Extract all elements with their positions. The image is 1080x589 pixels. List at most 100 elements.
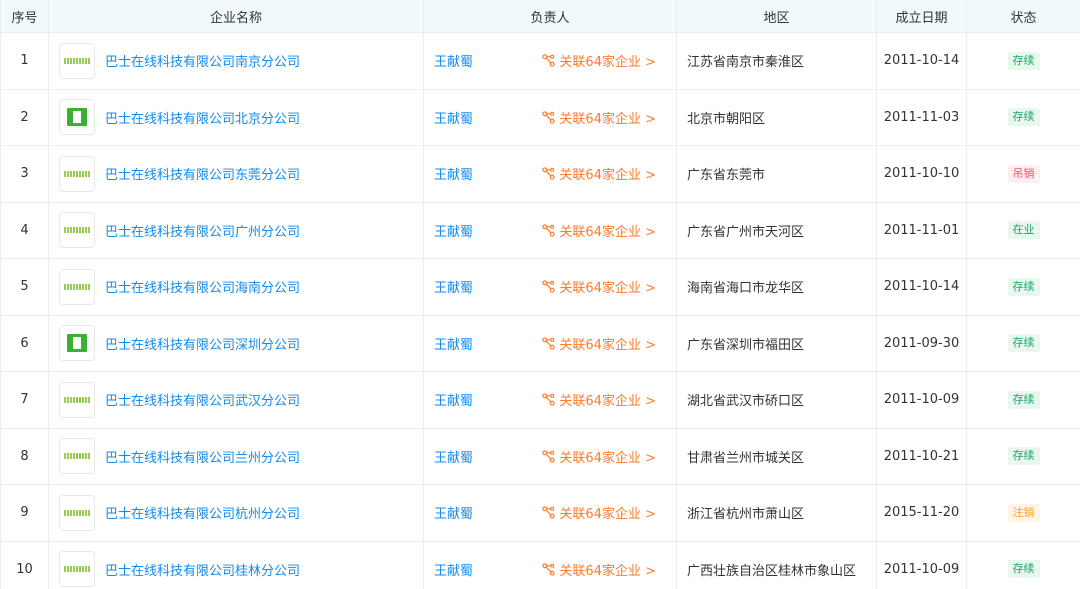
company-name-link[interactable]: 巴士在线科技有限公司兰州分公司: [105, 447, 300, 466]
related-companies-link[interactable]: 关联64家企业 >: [542, 503, 656, 522]
book-logo-icon: [67, 108, 87, 127]
person-name-link[interactable]: 王献蜀: [434, 334, 473, 353]
status-cell: 在业: [966, 201, 1080, 259]
company-name-link[interactable]: 巴士在线科技有限公司北京分公司: [105, 108, 300, 127]
related-companies-link[interactable]: 关联64家企业 >: [542, 164, 656, 183]
company-cell: 巴士在线科技有限公司桂林分公司: [48, 540, 424, 589]
branch-companies-table: 序号 企业名称 负责人 地区 成立日期 状态 1 巴士在线科技有限公司南京分公司…: [0, 0, 1080, 589]
table-row: 6 巴士在线科技有限公司深圳分公司 王献蜀 关联64家企业 > 广东省深圳市福田…: [0, 314, 1080, 372]
region-cell: 广东省东莞市: [676, 145, 877, 203]
related-companies-link[interactable]: 关联64家企业 >: [542, 334, 656, 353]
company-cell: 巴士在线科技有限公司东莞分公司: [48, 145, 424, 203]
company-logo[interactable]: [59, 99, 95, 136]
related-companies-link[interactable]: 关联64家企业 >: [542, 51, 656, 70]
person-cell: 王献蜀 关联64家企业 >: [423, 427, 677, 485]
company-name-link[interactable]: 巴士在线科技有限公司深圳分公司: [105, 334, 300, 353]
company-logo[interactable]: [59, 325, 95, 362]
row-index: 5: [0, 258, 49, 316]
date-cell: 2011-11-01: [876, 201, 967, 259]
person-cell: 王献蜀 关联64家企业 >: [423, 484, 677, 542]
company-logo[interactable]: [59, 494, 95, 531]
stripe-logo-icon: [64, 566, 90, 573]
person-name-link[interactable]: 王献蜀: [434, 108, 473, 127]
related-companies-link[interactable]: 关联64家企业 >: [542, 221, 656, 240]
person-name-link[interactable]: 王献蜀: [434, 164, 473, 183]
date-cell: 2011-10-09: [876, 371, 967, 429]
company-logo[interactable]: [59, 268, 95, 305]
header-status: 状态: [966, 0, 1080, 33]
row-index: 6: [0, 314, 49, 372]
date-cell: 2011-11-03: [876, 88, 967, 146]
region-cell: 海南省海口市龙华区: [676, 258, 877, 316]
related-companies-link[interactable]: 关联64家企业 >: [542, 390, 656, 409]
row-index: 3: [0, 145, 49, 203]
company-cell: 巴士在线科技有限公司海南分公司: [48, 258, 424, 316]
related-companies-link[interactable]: 关联64家企业 >: [542, 560, 656, 579]
company-name-link[interactable]: 巴士在线科技有限公司桂林分公司: [105, 560, 300, 579]
company-cell: 巴士在线科技有限公司北京分公司: [48, 88, 424, 146]
person-cell: 王献蜀 关联64家企业 >: [423, 258, 677, 316]
person-name-link[interactable]: 王献蜀: [434, 221, 473, 240]
relation-icon: [542, 224, 556, 237]
status-cell: 存续: [966, 32, 1080, 90]
table-row: 3 巴士在线科技有限公司东莞分公司 王献蜀 关联64家企业 > 广东省东莞市 2…: [0, 145, 1080, 203]
table-body: 1 巴士在线科技有限公司南京分公司 王献蜀 关联64家企业 > 江苏省南京市秦淮…: [0, 32, 1080, 589]
person-name-link[interactable]: 王献蜀: [434, 447, 473, 466]
table-row: 5 巴士在线科技有限公司海南分公司 王献蜀 关联64家企业 > 海南省海口市龙华…: [0, 258, 1080, 316]
table-header-row: 序号 企业名称 负责人 地区 成立日期 状态: [0, 0, 1080, 33]
company-name-link[interactable]: 巴士在线科技有限公司广州分公司: [105, 221, 300, 240]
book-logo-icon: [67, 334, 87, 353]
status-badge: 注销: [1007, 503, 1040, 522]
region-cell: 北京市朝阳区: [676, 88, 877, 146]
relation-icon: [542, 450, 556, 463]
table-row: 1 巴士在线科技有限公司南京分公司 王献蜀 关联64家企业 > 江苏省南京市秦淮…: [0, 32, 1080, 90]
company-cell: 巴士在线科技有限公司兰州分公司: [48, 427, 424, 485]
region-cell: 广东省广州市天河区: [676, 201, 877, 259]
person-name-link[interactable]: 王献蜀: [434, 560, 473, 579]
company-logo[interactable]: [59, 155, 95, 192]
related-companies-label: 关联64家企业 >: [559, 450, 656, 466]
company-logo[interactable]: [59, 212, 95, 249]
related-companies-label: 关联64家企业 >: [559, 337, 656, 353]
relation-icon: [542, 393, 556, 406]
company-name-link[interactable]: 巴士在线科技有限公司海南分公司: [105, 277, 300, 296]
status-badge: 存续: [1007, 277, 1040, 296]
company-cell: 巴士在线科技有限公司杭州分公司: [48, 484, 424, 542]
relation-icon: [542, 111, 556, 124]
related-companies-label: 关联64家企业 >: [559, 168, 656, 184]
person-name-link[interactable]: 王献蜀: [434, 277, 473, 296]
person-name-link[interactable]: 王献蜀: [434, 390, 473, 409]
related-companies-label: 关联64家企业 >: [559, 111, 656, 127]
status-badge: 存续: [1007, 390, 1040, 409]
relation-icon: [542, 506, 556, 519]
related-companies-link[interactable]: 关联64家企业 >: [542, 108, 656, 127]
company-logo[interactable]: [59, 438, 95, 475]
related-companies-label: 关联64家企业 >: [559, 563, 656, 579]
table-row: 8 巴士在线科技有限公司兰州分公司 王献蜀 关联64家企业 > 甘肃省兰州市城关…: [0, 427, 1080, 485]
company-name-link[interactable]: 巴士在线科技有限公司杭州分公司: [105, 503, 300, 522]
company-logo[interactable]: [59, 551, 95, 588]
company-cell: 巴士在线科技有限公司深圳分公司: [48, 314, 424, 372]
date-cell: 2015-11-20: [876, 484, 967, 542]
person-cell: 王献蜀 关联64家企业 >: [423, 201, 677, 259]
table-row: 4 巴士在线科技有限公司广州分公司 王献蜀 关联64家企业 > 广东省广州市天河…: [0, 201, 1080, 259]
table-row: 9 巴士在线科技有限公司杭州分公司 王献蜀 关联64家企业 > 浙江省杭州市萧山…: [0, 484, 1080, 542]
related-companies-label: 关联64家企业 >: [559, 224, 656, 240]
related-companies-link[interactable]: 关联64家企业 >: [542, 447, 656, 466]
status-badge: 吊销: [1007, 164, 1040, 183]
company-name-link[interactable]: 巴士在线科技有限公司武汉分公司: [105, 390, 300, 409]
stripe-logo-icon: [64, 283, 90, 290]
person-cell: 王献蜀 关联64家企业 >: [423, 32, 677, 90]
status-cell: 存续: [966, 427, 1080, 485]
related-companies-link[interactable]: 关联64家企业 >: [542, 277, 656, 296]
company-logo[interactable]: [59, 381, 95, 418]
region-cell: 广东省深圳市福田区: [676, 314, 877, 372]
person-name-link[interactable]: 王献蜀: [434, 503, 473, 522]
company-name-link[interactable]: 巴士在线科技有限公司东莞分公司: [105, 164, 300, 183]
company-name-link[interactable]: 巴士在线科技有限公司南京分公司: [105, 51, 300, 70]
company-logo[interactable]: [59, 42, 95, 79]
person-name-link[interactable]: 王献蜀: [434, 51, 473, 70]
relation-icon: [542, 337, 556, 350]
table-row: 2 巴士在线科技有限公司北京分公司 王献蜀 关联64家企业 > 北京市朝阳区 2…: [0, 88, 1080, 146]
row-index: 4: [0, 201, 49, 259]
